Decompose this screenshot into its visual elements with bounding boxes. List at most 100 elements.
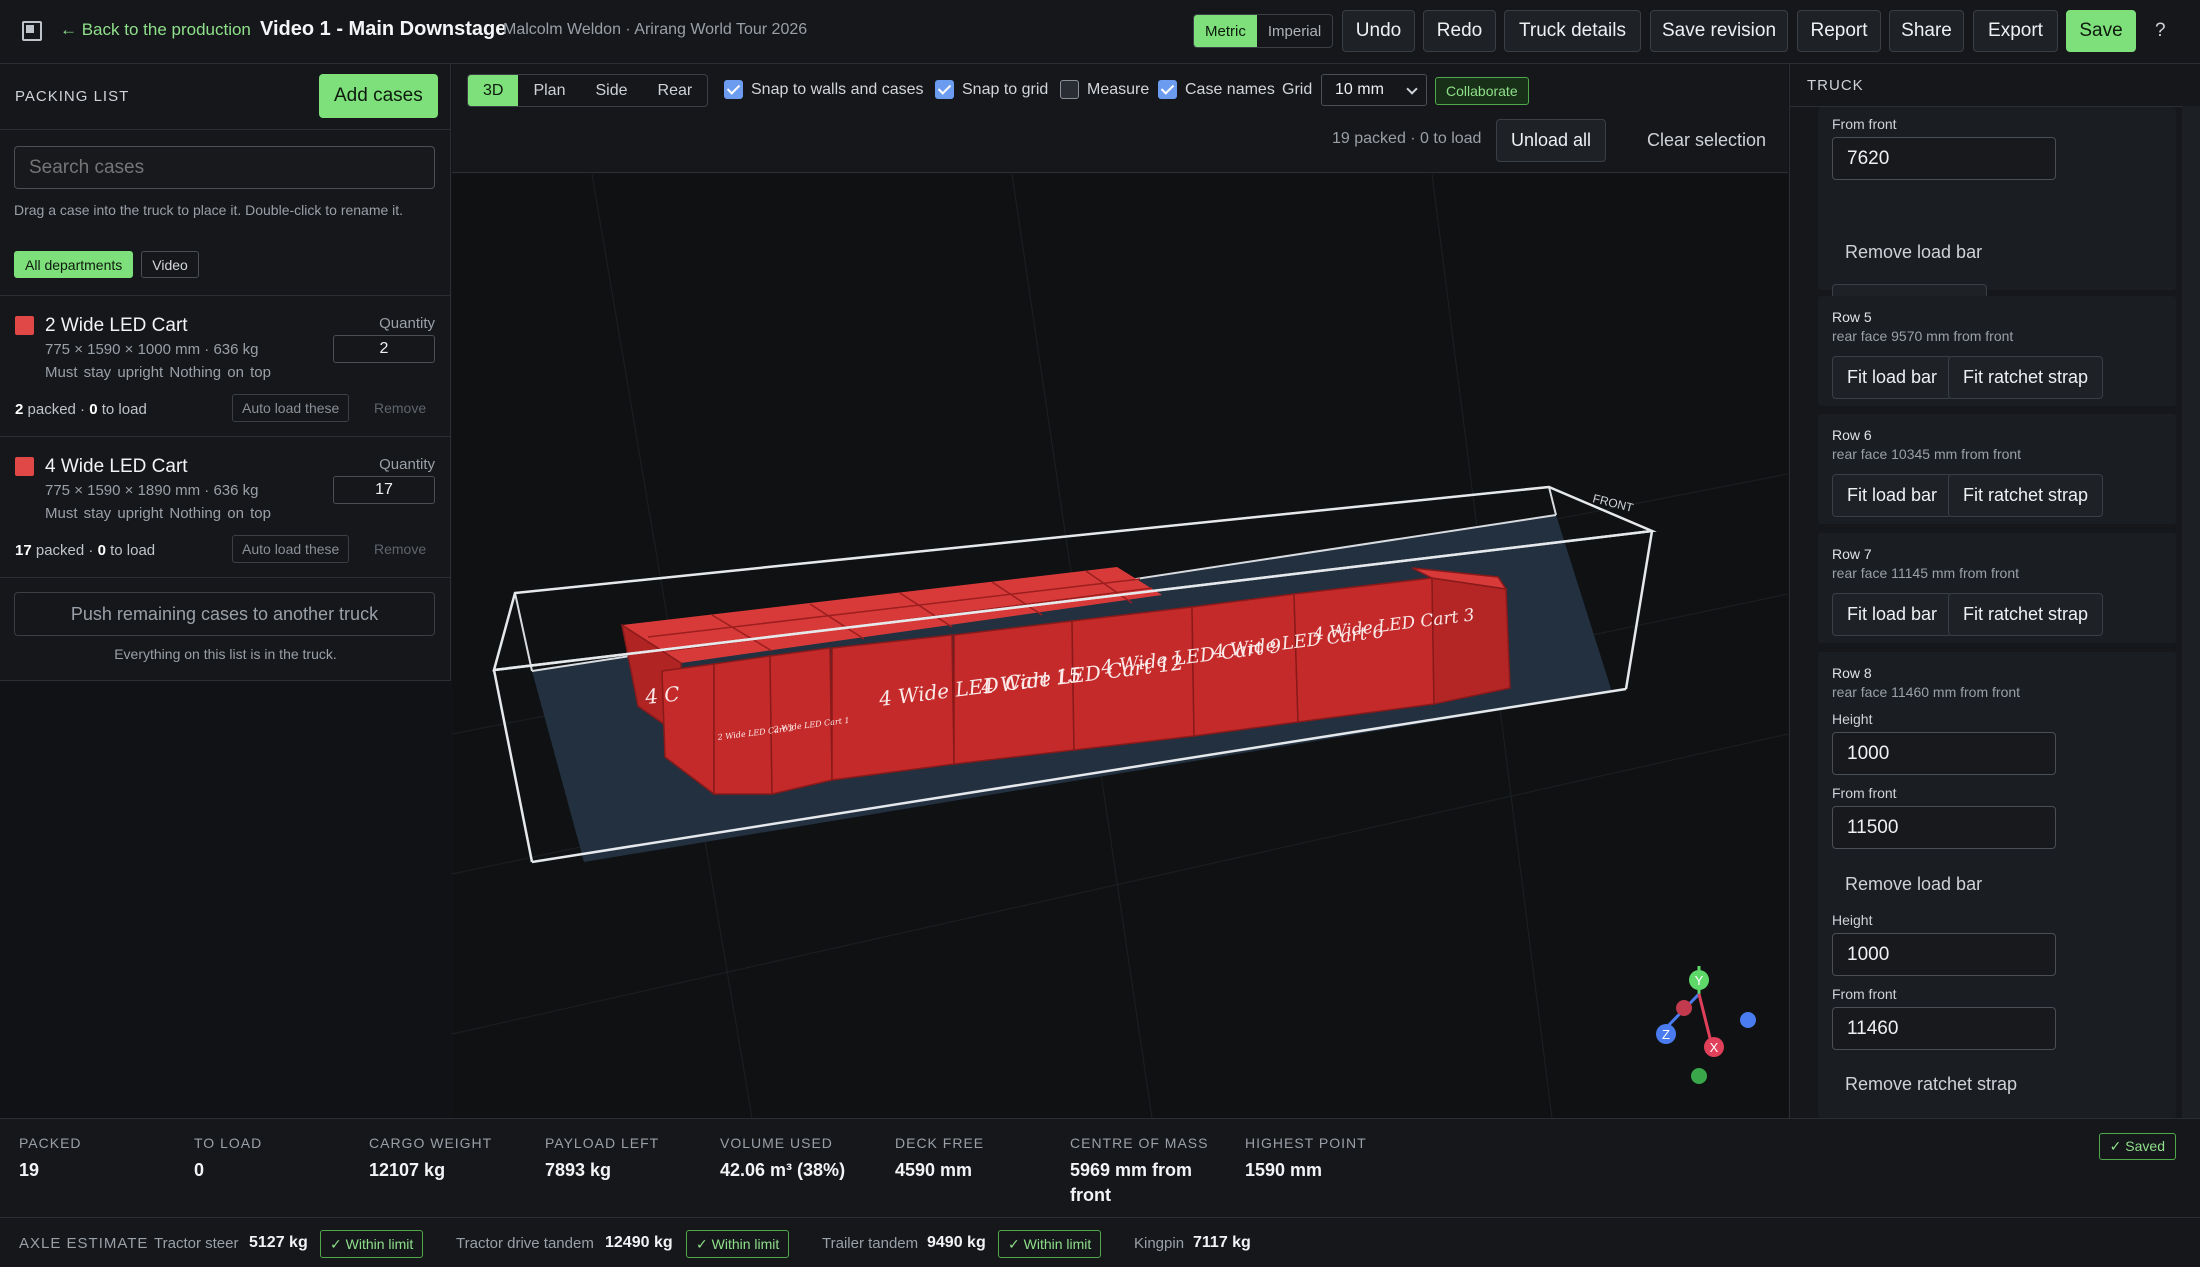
case-name[interactable]: 2 Wide LED Cart	[45, 315, 188, 337]
stat-deck-free: DECK FREE 4590 mm	[895, 1135, 984, 1183]
truck-panel-scrollbar[interactable]	[2182, 106, 2200, 1118]
fit-load-bar-button[interactable]: Fit load bar	[1832, 474, 1953, 517]
stat-volume-used: VOLUME USED 42.06 m³ (38%)	[720, 1135, 845, 1183]
axle-name: Tractor steer	[154, 1235, 239, 1252]
from-front-input[interactable]	[1832, 137, 2056, 180]
truck-3d-viewport[interactable]: 4 C 4 Wide LED Cart 15 4 Wide LED Cart 1…	[452, 174, 1788, 1118]
axle-name: Kingpin	[1134, 1235, 1185, 1252]
tab-rear[interactable]: Rear	[643, 75, 708, 106]
stat-value: 4590 mm	[895, 1160, 973, 1180]
axle-value: 5127 kg	[249, 1234, 308, 1251]
case-row[interactable]: 2 Wide LED Cart 775 × 1590 × 1000 mm · 6…	[0, 295, 451, 436]
department-filters: All departments Video	[14, 251, 199, 278]
collaborate-button[interactable]: Collaborate	[1435, 77, 1529, 105]
remove-load-bar-link[interactable]: Remove load bar	[1845, 242, 1982, 263]
row-subtitle: rear face 11460 mm from front	[1832, 684, 2021, 700]
push-remaining-button[interactable]: Push remaining cases to another truck	[14, 592, 435, 636]
snap-grid-checkbox[interactable]	[935, 80, 954, 99]
search-cases-input[interactable]	[14, 146, 435, 189]
height-label: Height	[1832, 912, 1873, 928]
case-names-checkbox[interactable]	[1158, 80, 1177, 99]
negative-x-handle[interactable]	[1676, 1000, 1692, 1016]
help-icon[interactable]: ?	[2155, 20, 2166, 62]
undo-button[interactable]: Undo	[1342, 10, 1415, 52]
quantity-input[interactable]: 17	[333, 476, 435, 504]
height-input[interactable]	[1832, 732, 2056, 775]
axle-status-badge: ✓ Within limit	[998, 1230, 1102, 1258]
axle-estimate-bar: AXLE ESTIMATE Tractor steer 5127 kg ✓ Wi…	[0, 1217, 2200, 1267]
axis-gizmo[interactable]: Y Z X	[1656, 966, 1756, 1084]
stat-value: 7893 kg	[545, 1160, 612, 1180]
snap-walls-label: Snap to walls and cases	[751, 80, 924, 98]
negative-y-handle[interactable]	[1691, 1068, 1707, 1084]
negative-z-handle[interactable]	[1740, 1012, 1756, 1028]
snap-grid-option[interactable]: Snap to grid	[935, 80, 1048, 99]
quantity-input[interactable]: 2	[333, 335, 435, 363]
quantity-label: Quantity	[379, 456, 435, 473]
tab-plan[interactable]: Plan	[518, 75, 580, 106]
remove-load-bar-link[interactable]: Remove load bar	[1845, 874, 1982, 895]
unit-imperial-button[interactable]: Imperial	[1257, 15, 1332, 47]
stat-to-load: TO LOAD 0	[194, 1135, 262, 1183]
sidebar-toggle-icon[interactable]	[22, 21, 42, 41]
stat-key: PAYLOAD LEFT	[545, 1135, 660, 1151]
grid-size-select[interactable]: 10 mm	[1321, 74, 1427, 106]
stat-value: 5969 mm from front	[1070, 1160, 1193, 1205]
auto-load-button[interactable]: Auto load these	[232, 535, 350, 563]
add-cases-button[interactable]: Add cases	[319, 74, 438, 118]
remove-case-button[interactable]: Remove	[374, 400, 426, 416]
row-card: From front Remove load bar Fit ratchet s…	[1818, 107, 2176, 327]
case-face[interactable]	[1431, 577, 1511, 705]
from-front-label: From front	[1832, 986, 1897, 1002]
auto-load-button[interactable]: Auto load these	[232, 394, 350, 422]
unit-metric-button[interactable]: Metric	[1194, 15, 1257, 47]
axle-status-badge: ✓ Within limit	[686, 1230, 790, 1258]
fit-ratchet-strap-button[interactable]: Fit ratchet strap	[1948, 356, 2104, 399]
save-revision-button[interactable]: Save revision	[1650, 10, 1788, 52]
remove-case-button[interactable]: Remove	[374, 541, 426, 557]
report-button[interactable]: Report	[1797, 10, 1881, 52]
case-row[interactable]: 4 Wide LED Cart 775 × 1590 × 1890 mm · 6…	[0, 436, 451, 577]
stat-key: CENTRE OF MASS	[1070, 1135, 1209, 1151]
truck-3d-scene[interactable]: 4 C 4 Wide LED Cart 15 4 Wide LED Cart 1…	[452, 174, 1788, 1118]
unload-all-button[interactable]: Unload all	[1496, 119, 1607, 162]
stat-packed: PACKED 19	[19, 1135, 82, 1183]
view-tabs: 3D Plan Side Rear	[467, 74, 709, 107]
measure-checkbox[interactable]	[1060, 80, 1079, 99]
clear-selection-button[interactable]: Clear selection	[1632, 119, 1781, 162]
stat-highest-point: HIGHEST POINT 1590 mm	[1245, 1135, 1367, 1183]
tab-side[interactable]: Side	[580, 75, 642, 106]
remove-ratchet-strap-link[interactable]: Remove ratchet strap	[1845, 1074, 2017, 1095]
fit-ratchet-strap-button[interactable]: Fit ratchet strap	[1948, 593, 2104, 636]
axle-status-badge: ✓ Within limit	[320, 1230, 424, 1258]
snap-walls-option[interactable]: Snap to walls and cases	[724, 80, 924, 99]
filter-all-departments[interactable]: All departments	[14, 251, 134, 278]
strap-height-input[interactable]	[1832, 933, 2056, 976]
truck-details-button[interactable]: Truck details	[1504, 10, 1641, 52]
snap-walls-checkbox[interactable]	[724, 80, 743, 99]
fit-load-bar-button[interactable]: Fit load bar	[1832, 593, 1953, 636]
fit-ratchet-strap-button[interactable]: Fit ratchet strap	[1948, 474, 2104, 517]
fit-load-bar-button[interactable]: Fit load bar	[1832, 356, 1953, 399]
case-names-option[interactable]: Case names	[1158, 80, 1275, 99]
share-button[interactable]: Share	[1889, 10, 1964, 52]
case-face[interactable]	[713, 655, 773, 795]
strap-from-front-input[interactable]	[1832, 1007, 2056, 1050]
export-button[interactable]: Export	[1973, 10, 2058, 52]
axle-name: Trailer tandem	[822, 1235, 919, 1252]
case-status: 17 packed · 0 to load	[15, 542, 156, 559]
tab-3d[interactable]: 3D	[468, 75, 519, 106]
case-name[interactable]: 4 Wide LED Cart	[45, 456, 188, 478]
save-button[interactable]: Save	[2066, 10, 2136, 52]
from-front-input[interactable]	[1832, 806, 2056, 849]
stat-key: PACKED	[19, 1135, 82, 1151]
z-axis-label: Z	[1662, 1027, 1670, 1042]
measure-option[interactable]: Measure	[1060, 80, 1149, 99]
case-dimensions: 775 × 1590 × 1000 mm · 636 kg	[45, 341, 259, 358]
snap-grid-label: Snap to grid	[962, 80, 1049, 98]
back-link[interactable]: ← Back to the production	[60, 20, 251, 40]
case-label-partial: 4 C	[643, 682, 681, 710]
filter-video[interactable]: Video	[141, 251, 199, 278]
row-title: Row 7	[1832, 546, 1872, 562]
redo-button[interactable]: Redo	[1423, 10, 1496, 52]
